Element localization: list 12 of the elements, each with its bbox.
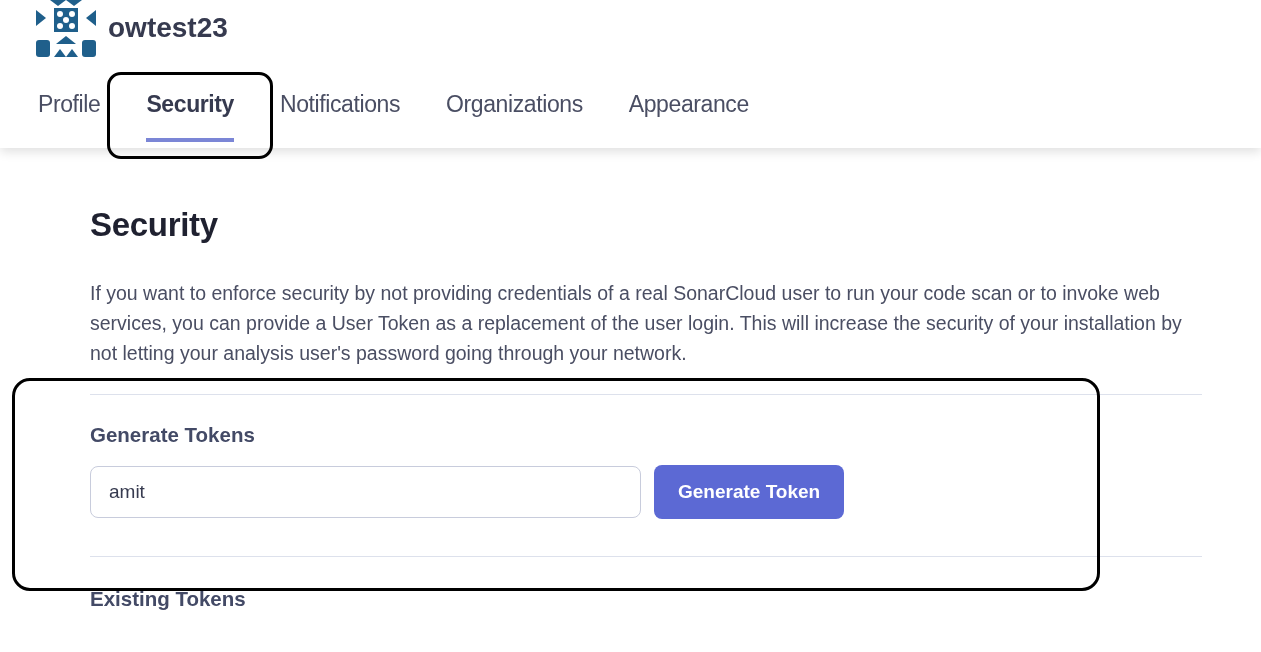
section-heading: Existing Tokens — [90, 587, 247, 611]
description: If you want to enforce security by not providing credentials of a real SonarCloud user to run your code scan or to invoke web services, you can provide a User Token as a replacement of the user login. This will increase the security of your installation by not letting your analysis user's password going through your network. — [90, 281, 1183, 366]
tab[interactable]: Notifications — [280, 73, 401, 142]
username: owtest23 — [108, 11, 228, 44]
tab[interactable]: Security — [146, 73, 234, 142]
generate-token-button[interactable]: Generate Token — [654, 465, 845, 519]
tab[interactable]: Profile — [38, 73, 101, 142]
section-heading: Generate Tokens — [90, 423, 256, 447]
page-title: Security — [90, 206, 219, 244]
token-name-field[interactable]: amit — [90, 466, 641, 518]
tab[interactable]: Organizations — [446, 73, 583, 142]
tab[interactable]: Appearance — [628, 73, 749, 142]
